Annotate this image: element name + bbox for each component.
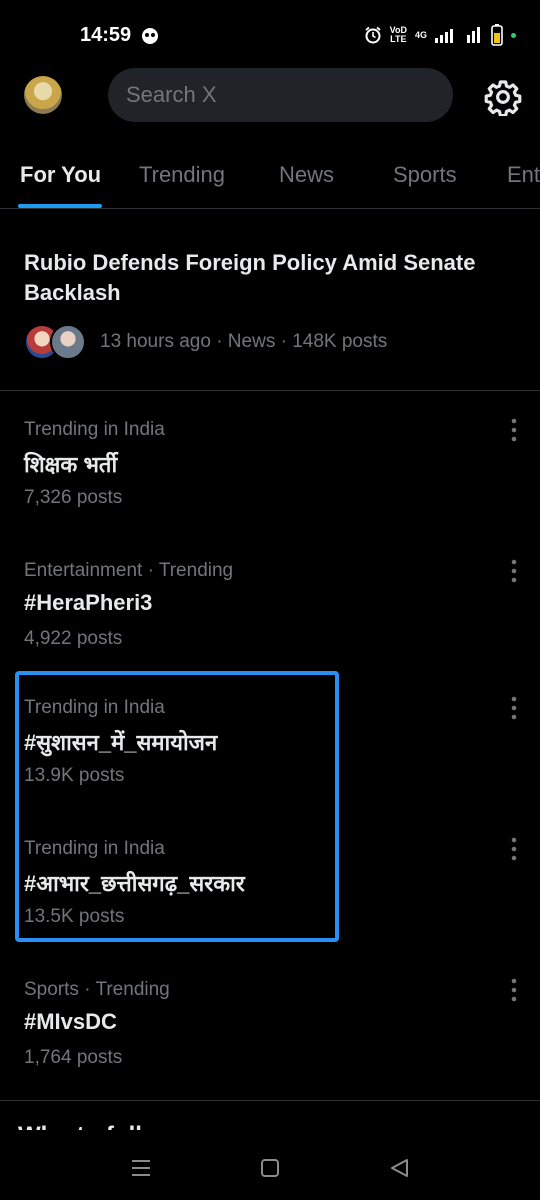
more-options-icon[interactable] — [504, 834, 524, 864]
divider — [0, 1100, 540, 1101]
trend-title: #आभार_छत्तीसगढ़_सरकार — [24, 871, 245, 896]
search-box[interactable] — [108, 68, 453, 122]
trend-context: Entertainment · Trending — [24, 560, 234, 581]
back-nav-icon[interactable] — [381, 1150, 417, 1186]
tab-sports[interactable]: Sports — [393, 162, 457, 188]
home-nav-icon[interactable] — [252, 1150, 288, 1186]
top-header — [0, 66, 540, 130]
trend-context: Trending in India — [24, 838, 165, 859]
trend-item[interactable]: Trending in India #आभार_छत्तीसगढ़_सरकार … — [24, 837, 524, 958]
divider — [0, 390, 540, 391]
search-input[interactable] — [108, 68, 453, 122]
news-headline[interactable]: Rubio Defends Foreign Policy Amid Senate… — [24, 248, 504, 308]
trend-context: Trending in India — [24, 697, 165, 718]
system-nav-bar — [0, 1130, 540, 1200]
more-options-icon[interactable] — [504, 975, 524, 1005]
app-notification-icon — [142, 28, 158, 44]
trend-item[interactable]: Trending in India शिक्षक भर्ती 7,326 pos… — [24, 418, 524, 539]
status-bar: 14:59 VoD LTE 4G — [0, 0, 540, 72]
trend-title: #सुशासन_में_समायोजन — [24, 730, 218, 755]
more-options-icon[interactable] — [504, 415, 524, 445]
more-options-icon[interactable] — [504, 693, 524, 723]
trend-title: शिक्षक भर्ती — [24, 452, 118, 477]
status-time: 14:59 — [80, 24, 132, 46]
active-tab-indicator — [18, 204, 102, 208]
tab-trending[interactable]: Trending — [139, 162, 225, 188]
profile-avatar[interactable] — [24, 76, 62, 114]
settings-gear-icon[interactable] — [484, 78, 522, 116]
signal-icon — [435, 29, 453, 43]
trend-count: 7,326 posts — [24, 487, 123, 508]
trend-title: #HeraPheri3 — [24, 590, 153, 615]
trend-count: 13.5K posts — [24, 906, 125, 927]
trend-item[interactable]: Trending in India #सुशासन_में_समायोजन 13… — [24, 696, 524, 817]
alarm-icon — [365, 26, 381, 44]
trend-title: #MIvsDC — [24, 1009, 117, 1034]
trend-count: 1,764 posts — [24, 1047, 123, 1068]
trend-count: 4,922 posts — [24, 628, 123, 649]
news-meta-text: 13 hours ago · News · 148K posts — [100, 331, 388, 352]
network-label: VoD LTE — [389, 25, 407, 44]
trend-item[interactable]: Sports · Trending #MIvsDC 1,764 posts — [24, 978, 524, 1099]
tab-entertainment[interactable]: Ent — [507, 162, 540, 188]
news-meta: 13 hours ago · News · 148K posts — [24, 324, 387, 360]
menu-nav-icon[interactable] — [123, 1150, 159, 1186]
tab-for-you[interactable]: For You — [20, 162, 101, 188]
trend-context: Trending in India — [24, 419, 165, 440]
explore-tabs: For You Trending News Sports Ent — [0, 150, 540, 209]
battery-icon — [491, 24, 503, 46]
trend-item[interactable]: Entertainment · Trending #HeraPheri3 4,9… — [24, 559, 524, 680]
trend-context: Sports · Trending — [24, 979, 170, 1000]
tab-news[interactable]: News — [279, 162, 334, 188]
network-type: 4G — [414, 30, 427, 40]
signal-icon-2 — [467, 27, 480, 43]
news-avatar-2 — [50, 324, 86, 360]
trend-count: 13.9K posts — [24, 765, 125, 786]
privacy-indicator — [511, 32, 516, 38]
more-options-icon[interactable] — [504, 556, 524, 586]
